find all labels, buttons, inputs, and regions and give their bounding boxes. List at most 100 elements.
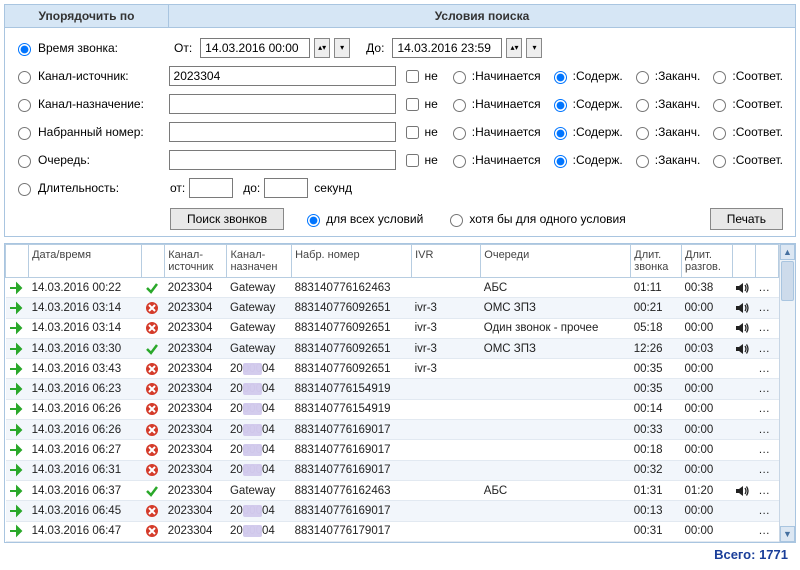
col-status[interactable] [142, 245, 165, 278]
dialed-not-checkbox[interactable]: не [402, 123, 437, 142]
sort-radio-src[interactable]: Канал-источник: [13, 68, 129, 84]
to-date-spinner[interactable]: ▴▾ [506, 38, 522, 58]
cell-ivr [412, 521, 481, 541]
dialed-match-starts[interactable]: :Начинается [448, 124, 541, 140]
cell-queue: ОМС ЗПЗ [481, 338, 631, 358]
cell-dst: 2000004 [227, 501, 292, 521]
col-src[interactable]: Канал-источник [165, 245, 227, 278]
more-icon[interactable]: … [755, 420, 778, 440]
queue-not-checkbox[interactable]: не [402, 151, 437, 170]
table-row[interactable]: 14.03.2016 06:31202330420000048831407761… [6, 460, 779, 480]
cell-dur-talk: 00:00 [682, 420, 733, 440]
table-row[interactable]: 14.03.2016 03:142023304Gateway8831407760… [6, 298, 779, 318]
more-icon[interactable]: … [755, 379, 778, 399]
print-button[interactable]: Печать [710, 208, 783, 230]
scroll-thumb[interactable] [781, 261, 794, 301]
dur-from-input[interactable] [189, 178, 233, 198]
table-row[interactable]: 14.03.2016 06:26202330420000048831407761… [6, 420, 779, 440]
search-button[interactable]: Поиск звонков [170, 208, 284, 230]
table-row[interactable]: 14.03.2016 00:222023304Gateway8831407761… [6, 278, 779, 298]
col-dst[interactable]: Канал-назначен [227, 245, 292, 278]
combine-any-radio[interactable]: хотя бы для одного условия [445, 211, 625, 227]
queue-match-starts[interactable]: :Начинается [448, 152, 541, 168]
dst-match-equals[interactable]: :Соответ. [708, 96, 783, 112]
cell-dur-call: 00:32 [631, 460, 682, 480]
sort-radio-time[interactable]: Время звонка: [13, 40, 118, 56]
dst-not-checkbox[interactable]: не [402, 95, 437, 114]
more-icon[interactable]: … [755, 480, 778, 500]
queue-match-contains[interactable]: :Содерж. [549, 152, 623, 168]
table-row[interactable]: 14.03.2016 06:23202330420000048831407761… [6, 379, 779, 399]
to-date-dropdown[interactable]: ▾ [526, 38, 542, 58]
src-match-ends[interactable]: :Заканч. [631, 68, 701, 84]
queue-match-equals[interactable]: :Соответ. [708, 152, 783, 168]
cell-dur-call: 01:11 [631, 278, 682, 298]
dst-match-contains[interactable]: :Содерж. [549, 96, 623, 112]
src-match-contains[interactable]: :Содерж. [549, 68, 623, 84]
col-sound[interactable] [732, 245, 755, 278]
direction-icon [6, 501, 29, 521]
table-row[interactable]: 14.03.2016 06:372023304Gateway8831407761… [6, 480, 779, 500]
sound-icon[interactable] [732, 318, 755, 338]
col-dir[interactable] [6, 245, 29, 278]
table-row[interactable]: 14.03.2016 03:142023304Gateway8831407760… [6, 318, 779, 338]
sound-icon[interactable] [732, 298, 755, 318]
queue-filter-input[interactable] [169, 150, 397, 170]
direction-icon [6, 379, 29, 399]
col-dialed[interactable]: Набр. номер [292, 245, 412, 278]
more-icon[interactable]: … [755, 318, 778, 338]
col-dur-call[interactable]: Длит. звонка [631, 245, 682, 278]
src-not-checkbox[interactable]: не [402, 67, 437, 86]
more-icon[interactable]: … [755, 338, 778, 358]
table-row[interactable]: 14.03.2016 06:26202330420000048831407761… [6, 399, 779, 419]
more-icon[interactable]: … [755, 359, 778, 379]
col-dur-talk[interactable]: Длит. разгов. [682, 245, 733, 278]
sound-icon[interactable] [732, 480, 755, 500]
sort-radio-duration[interactable]: Длительность: [13, 180, 119, 196]
dst-match-starts[interactable]: :Начинается [448, 96, 541, 112]
combine-all-radio[interactable]: для всех условий [302, 211, 423, 227]
src-filter-input[interactable] [169, 66, 397, 86]
more-icon[interactable]: … [755, 460, 778, 480]
sort-radio-dialed[interactable]: Набранный номер: [13, 124, 144, 140]
dialed-match-ends[interactable]: :Заканч. [631, 124, 701, 140]
dst-match-ends[interactable]: :Заканч. [631, 96, 701, 112]
sort-radio-queue[interactable]: Очередь: [13, 152, 90, 168]
col-more[interactable] [755, 245, 778, 278]
sound-icon [732, 440, 755, 460]
more-icon[interactable]: … [755, 501, 778, 521]
src-match-equals[interactable]: :Соответ. [708, 68, 783, 84]
queue-match-ends[interactable]: :Заканч. [631, 152, 701, 168]
more-icon[interactable]: … [755, 298, 778, 318]
sound-icon[interactable] [732, 278, 755, 298]
col-queues[interactable]: Очереди [481, 245, 631, 278]
col-ivr[interactable]: IVR [412, 245, 481, 278]
dur-to-input[interactable] [264, 178, 308, 198]
dst-filter-input[interactable] [169, 94, 397, 114]
sort-radio-dst[interactable]: Канал-назначение: [13, 96, 144, 112]
cell-src: 2023304 [165, 440, 227, 460]
more-icon[interactable]: … [755, 440, 778, 460]
from-date-dropdown[interactable]: ▾ [334, 38, 350, 58]
scroll-down-icon[interactable]: ▼ [780, 526, 795, 542]
to-date-input[interactable] [392, 38, 502, 58]
table-row[interactable]: 14.03.2016 03:302023304Gateway8831407760… [6, 338, 779, 358]
sound-icon[interactable] [732, 338, 755, 358]
more-icon[interactable]: … [755, 399, 778, 419]
col-datetime[interactable]: Дата/время [29, 245, 142, 278]
table-row[interactable]: 14.03.2016 06:45202330420000048831407761… [6, 501, 779, 521]
more-icon[interactable]: … [755, 278, 778, 298]
from-date-input[interactable] [200, 38, 310, 58]
table-row[interactable]: 14.03.2016 03:43202330420000048831407760… [6, 359, 779, 379]
src-match-starts[interactable]: :Начинается [448, 68, 541, 84]
dialed-filter-input[interactable] [169, 122, 397, 142]
table-row[interactable]: 14.03.2016 06:47202330420000048831407761… [6, 521, 779, 541]
cell-queue: АБС [481, 278, 631, 298]
more-icon[interactable]: … [755, 521, 778, 541]
scroll-up-icon[interactable]: ▲ [780, 244, 795, 260]
table-row[interactable]: 14.03.2016 06:27202330420000048831407761… [6, 440, 779, 460]
vertical-scrollbar[interactable]: ▲ ▼ [779, 244, 795, 542]
from-date-spinner[interactable]: ▴▾ [314, 38, 330, 58]
dialed-match-contains[interactable]: :Содерж. [549, 124, 623, 140]
dialed-match-equals[interactable]: :Соответ. [708, 124, 783, 140]
